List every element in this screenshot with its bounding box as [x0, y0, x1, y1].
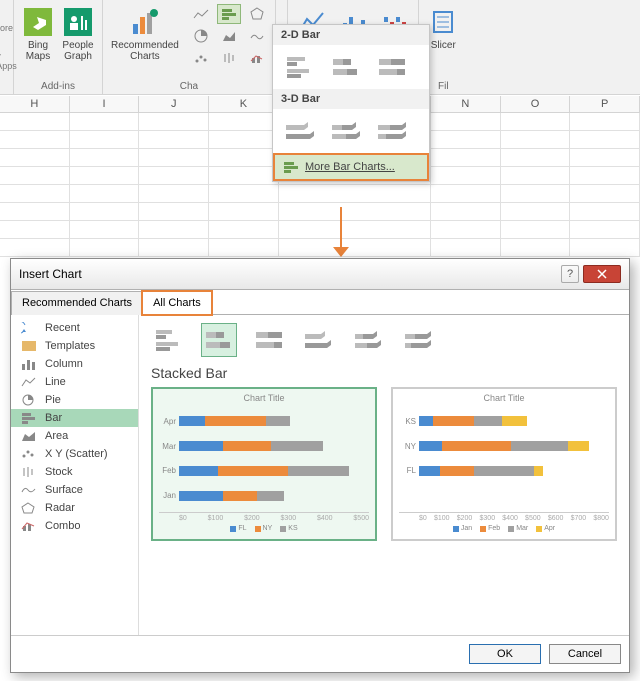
preview-1[interactable]: Chart TitleAprMarFebJan$0$100$200$300$40… — [151, 387, 377, 541]
col-head[interactable]: N — [431, 96, 501, 112]
bar2d-stacked100[interactable] — [375, 51, 411, 83]
dropdown-section-2d: 2-D Bar — [273, 25, 429, 45]
chart-scatter-menu[interactable] — [189, 48, 213, 68]
chart-area-menu[interactable] — [217, 26, 241, 46]
subtype-clustered-bar[interactable] — [151, 323, 187, 357]
side-area[interactable]: Area — [11, 427, 138, 445]
ribbon-group-charts: Recommended Charts Cha — [103, 0, 276, 94]
group-label-filters: Fil — [438, 79, 449, 92]
chart-surface-menu[interactable] — [245, 26, 269, 46]
bar-icon — [283, 161, 299, 173]
chart-stock-menu[interactable] — [217, 48, 241, 68]
subtype-title: Stacked Bar — [151, 365, 617, 381]
col-head[interactable]: K — [209, 96, 279, 112]
more-bar-charts-item[interactable]: More Bar Charts... — [273, 153, 429, 181]
side-stock[interactable]: Stock — [11, 463, 138, 481]
subtype-stacked-bar[interactable] — [201, 323, 237, 357]
group-label-charts: Cha — [180, 79, 198, 92]
dialog-close-button[interactable] — [583, 265, 621, 283]
bar3d-stacked100[interactable] — [375, 115, 411, 147]
dropdown-section-3d: 3-D Bar — [273, 89, 429, 109]
slicer-button[interactable]: Slicer — [425, 4, 461, 53]
slicer-icon — [427, 6, 459, 38]
bing-icon — [22, 6, 54, 38]
side-recent[interactable]: Recent — [11, 319, 138, 337]
side-surface[interactable]: Surface — [11, 481, 138, 499]
dialog-footer: OK Cancel — [11, 635, 629, 672]
side-templates[interactable]: Templates — [11, 337, 138, 355]
preview-2[interactable]: Chart TitleKSNYFL$0$100$200$300$400$500$… — [391, 387, 617, 541]
annotation-arrow-head — [333, 247, 349, 257]
chart-pie-menu[interactable] — [189, 26, 213, 46]
bing-maps-button[interactable]: Bing Maps — [20, 4, 56, 64]
chart-category-list: Recent Templates Column Line Pie Bar Are… — [11, 315, 139, 635]
side-pie[interactable]: Pie — [11, 391, 138, 409]
insert-chart-dialog: Insert Chart ? Recommended Charts All Ch… — [10, 258, 630, 673]
col-head[interactable]: O — [501, 96, 571, 112]
col-head[interactable]: I — [70, 96, 140, 112]
people-graph-icon — [62, 6, 94, 38]
ribbon-group-addins: Bing Maps People Graph Add-ins — [14, 0, 103, 94]
tab-all-charts[interactable]: All Charts — [142, 291, 212, 315]
side-column[interactable]: Column — [11, 355, 138, 373]
chart-line-menu[interactable] — [189, 4, 213, 24]
people-graph-button[interactable]: People Graph — [60, 4, 96, 64]
dialog-titlebar[interactable]: Insert Chart ? — [11, 259, 629, 290]
bar2d-clustered[interactable] — [283, 51, 319, 83]
dialog-title: Insert Chart — [19, 267, 82, 281]
ok-button[interactable]: OK — [469, 644, 541, 664]
col-head[interactable]: H — [0, 96, 70, 112]
dialog-help-button[interactable]: ? — [561, 265, 579, 283]
subtype-3d-clustered-bar[interactable] — [301, 323, 337, 357]
side-scatter[interactable]: X Y (Scatter) — [11, 445, 138, 463]
subtype-3d-stacked-bar[interactable] — [351, 323, 387, 357]
col-head[interactable]: P — [570, 96, 640, 112]
tab-recommended-charts[interactable]: Recommended Charts — [11, 291, 143, 315]
dialog-content: Stacked Bar Chart TitleAprMarFebJan$0$10… — [139, 315, 629, 635]
bar-subtype-strip — [151, 323, 617, 357]
bar2d-stacked[interactable] — [329, 51, 365, 83]
col-head[interactable]: J — [139, 96, 209, 112]
chart-bar-menu[interactable] — [217, 4, 241, 24]
bar3d-stacked[interactable] — [329, 115, 365, 147]
side-bar[interactable]: Bar — [11, 409, 138, 427]
side-line[interactable]: Line — [11, 373, 138, 391]
side-combo[interactable]: Combo — [11, 517, 138, 535]
group-label-addins: Add-ins — [41, 79, 75, 92]
bar-chart-dropdown: 2-D Bar 3-D Bar More Bar Charts... — [272, 24, 430, 182]
ribbon-truncated-left: ore y Apps — [0, 0, 14, 94]
cancel-button[interactable]: Cancel — [549, 644, 621, 664]
side-radar[interactable]: Radar — [11, 499, 138, 517]
chart-radar-menu[interactable] — [245, 4, 269, 24]
bar3d-clustered[interactable] — [283, 115, 319, 147]
recommended-charts-icon — [129, 6, 161, 38]
chart-combo-menu[interactable] — [245, 48, 269, 68]
subtype-stacked100-bar[interactable] — [251, 323, 287, 357]
recommended-charts-button[interactable]: Recommended Charts — [109, 4, 181, 64]
subtype-3d-stacked100-bar[interactable] — [401, 323, 437, 357]
dialog-tabs: Recommended Charts All Charts — [11, 290, 629, 315]
